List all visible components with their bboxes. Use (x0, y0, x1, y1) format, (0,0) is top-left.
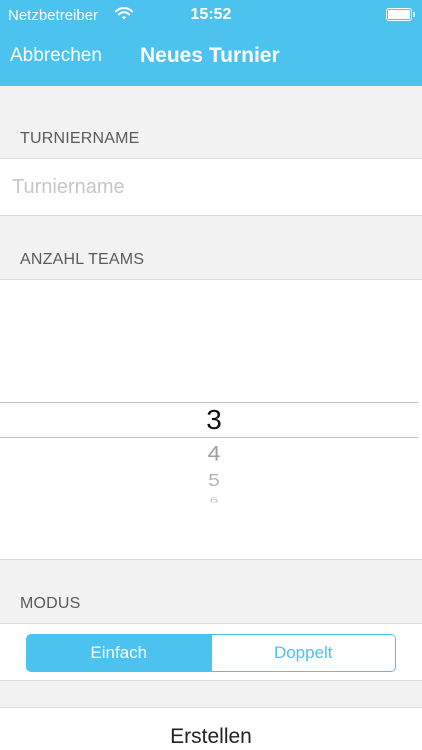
tournament-name-header: TURNIERNAME (20, 130, 140, 147)
picker-option[interactable]: 6 (0, 497, 422, 506)
picker-selection-line-bottom (0, 437, 418, 438)
team-count-picker[interactable]: 3 4 5 6 (0, 279, 422, 560)
navigation-bar: Netzbetreiber 15:52 Abbrechen Neues Turn… (0, 0, 422, 86)
mode-row: Einfach Doppelt (0, 623, 422, 681)
mode-header: MODUS (20, 595, 81, 612)
picker-option[interactable]: 5 (0, 471, 422, 491)
mode-option-double[interactable]: Doppelt (210, 635, 395, 671)
status-bar: Netzbetreiber 15:52 (0, 0, 422, 30)
create-button[interactable]: Erstellen (0, 725, 422, 749)
team-count-header: ANZAHL TEAMS (20, 251, 145, 268)
battery-icon (386, 8, 415, 21)
create-row[interactable]: Erstellen (0, 707, 422, 750)
picker-selected-value[interactable]: 3 (0, 404, 422, 436)
status-time: 15:52 (190, 6, 232, 23)
picker-selection-line-top (0, 402, 418, 403)
tournament-name-row (0, 158, 422, 216)
mode-option-single[interactable]: Einfach (27, 635, 211, 671)
tournament-name-input[interactable] (0, 159, 422, 215)
mode-segmented-control[interactable]: Einfach Doppelt (26, 634, 396, 672)
picker-option[interactable]: 4 (0, 441, 422, 466)
page-title: Neues Turnier (140, 44, 280, 67)
cancel-button[interactable]: Abbrechen (10, 45, 102, 67)
